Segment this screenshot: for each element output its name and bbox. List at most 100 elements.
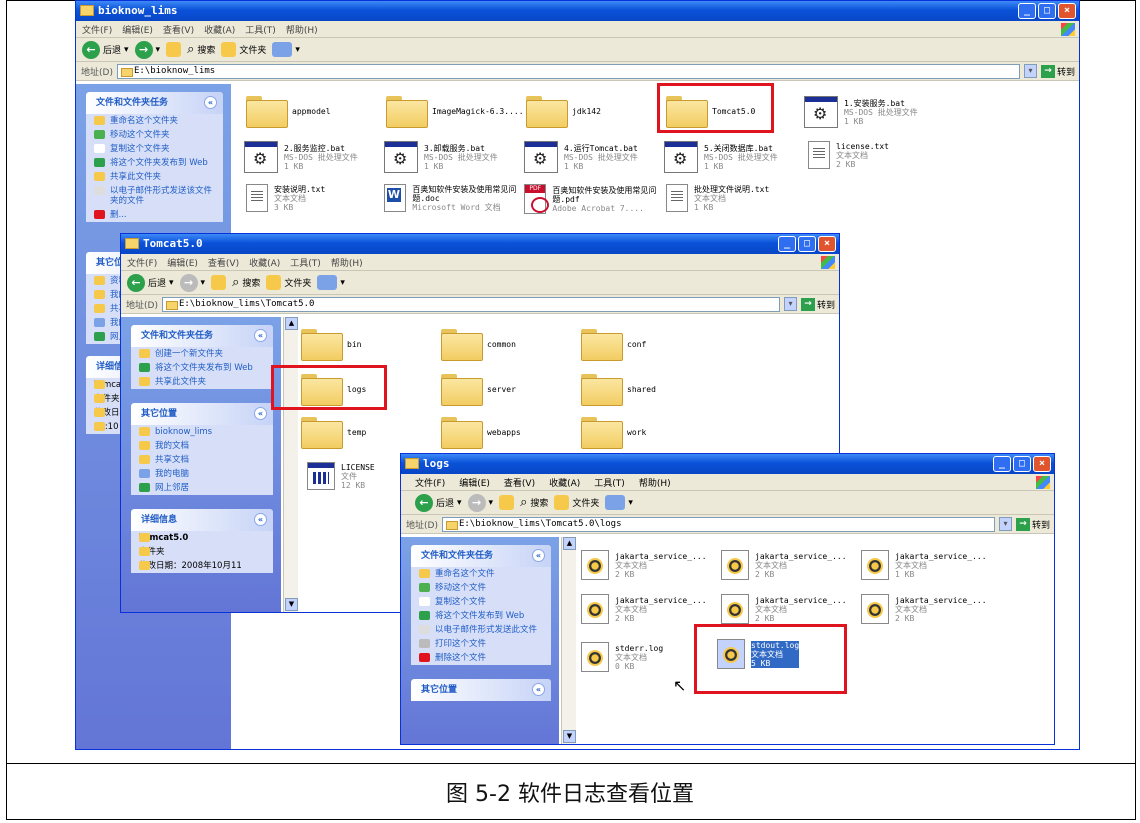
log-file-item[interactable]: stderr.log 文本文档 0 KB [581, 642, 663, 672]
task-move[interactable]: 移动这个文件夹 [86, 128, 223, 142]
title-bar[interactable]: Tomcat5.0 _ □ × [121, 234, 839, 254]
menu-help[interactable]: 帮助(H) [639, 476, 671, 489]
minimize-button[interactable]: _ [1018, 3, 1036, 19]
task-email[interactable]: 以电子邮件形式发送该文件夹的文件 [86, 184, 223, 208]
title-bar[interactable]: bioknow_lims _ □ × [76, 1, 1079, 21]
title-bar[interactable]: logs _ □ × [401, 454, 1054, 474]
collapse-icon[interactable]: « [532, 683, 545, 696]
address-dropdown[interactable]: ▾ [1023, 64, 1037, 78]
panel-header[interactable]: 文件和文件夹任务 « [411, 545, 551, 567]
scroll-up-button[interactable]: ▲ [285, 317, 298, 330]
task-delete[interactable]: 删除这个文件 [411, 651, 551, 665]
folder-item[interactable]: temp [301, 417, 366, 449]
collapse-icon[interactable]: « [254, 513, 267, 526]
log-file-item[interactable]: jakarta_service_... 文本文档 2 KB [581, 550, 707, 580]
file-item[interactable]: 批处理文件说明.txt 文本文档 1 KB [666, 184, 769, 212]
file-item[interactable]: 2.服务监控.batMS-DOS 批处理文件1 KB [244, 141, 358, 173]
up-folder-button[interactable] [211, 275, 227, 290]
address-field[interactable]: E:\bioknow_lims\Tomcat5.0 [161, 296, 780, 312]
folder-item[interactable]: conf [581, 329, 646, 361]
menu-file[interactable]: 文件(F) [415, 476, 445, 489]
menu-help[interactable]: 帮助(H) [331, 256, 363, 269]
log-file-item[interactable]: jakarta_service_... 文本文档 2 KB [721, 594, 847, 624]
folders-button[interactable]: 文件夹 [221, 42, 266, 57]
panel-header[interactable]: 文件和文件夹任务 « [86, 92, 223, 114]
task-print[interactable]: 打印这个文件 [411, 637, 551, 651]
menu-view[interactable]: 查看(V) [208, 256, 239, 269]
minimize-button[interactable]: _ [778, 236, 796, 252]
task-share[interactable]: 共享此文件夹 [131, 375, 273, 389]
menu-favorites[interactable]: 收藏(A) [549, 476, 580, 489]
folder-item[interactable]: shared [581, 374, 656, 406]
close-button[interactable]: × [1058, 3, 1076, 19]
task-copy[interactable]: 复制这个文件夹 [86, 142, 223, 156]
menu-tools[interactable]: 工具(T) [245, 23, 276, 36]
close-button[interactable]: × [1033, 456, 1051, 472]
place-item[interactable]: 共享文档 [131, 453, 273, 467]
panel-header[interactable]: 文件和文件夹任务 « [131, 325, 273, 347]
folder-item[interactable]: common [441, 329, 516, 361]
task-delete[interactable]: 删... [86, 208, 223, 222]
menu-edit[interactable]: 编辑(E) [459, 476, 490, 489]
up-folder-button[interactable] [166, 42, 182, 57]
menu-favorites[interactable]: 收藏(A) [204, 23, 235, 36]
address-field[interactable]: E:\bioknow_lims [116, 63, 1020, 79]
task-rename[interactable]: 重命名这个文件夹 [86, 114, 223, 128]
collapse-icon[interactable]: « [532, 549, 545, 562]
task-share[interactable]: 共享此文件夹 [86, 170, 223, 184]
folder-item[interactable]: ImageMagick-6.3.... [386, 96, 524, 128]
folder-item[interactable]: work [581, 417, 646, 449]
menu-view[interactable]: 查看(V) [163, 23, 194, 36]
up-folder-button[interactable] [499, 495, 515, 510]
go-button[interactable]: → 转到 [800, 297, 839, 311]
menu-view[interactable]: 查看(V) [504, 476, 535, 489]
go-button[interactable]: → 转到 [1015, 517, 1054, 531]
menu-file[interactable]: 文件(F) [82, 23, 112, 36]
task-publish[interactable]: 将这个文件夹发布到 Web [131, 361, 273, 375]
menu-edit[interactable]: 编辑(E) [122, 23, 153, 36]
file-item[interactable]: 安装说明.txt 文本文档 3 KB [246, 184, 325, 212]
task-email[interactable]: 以电子邮件形式发送此文件 [411, 623, 551, 637]
collapse-icon[interactable]: « [254, 407, 267, 420]
minimize-button[interactable]: _ [993, 456, 1011, 472]
views-button[interactable]: ▾ [272, 42, 300, 57]
scroll-down-button[interactable]: ▼ [285, 598, 298, 611]
panel-header[interactable]: 其它位置 « [411, 679, 551, 701]
vertical-scrollbar[interactable]: ▲ ▼ [283, 317, 298, 612]
task-publish[interactable]: 将这个文件发布到 Web [411, 609, 551, 623]
file-item[interactable]: 4.运行Tomcat.batMS-DOS 批处理文件1 KB [524, 141, 638, 173]
file-item[interactable]: LICENSE 文件 12 KB [307, 462, 375, 490]
back-button[interactable]: ← 后退 ▾ [415, 493, 462, 512]
address-dropdown[interactable]: ▾ [783, 297, 797, 311]
views-button[interactable]: ▾ [605, 495, 633, 510]
go-button[interactable]: → 转到 [1040, 64, 1079, 78]
folders-button[interactable]: 文件夹 [266, 275, 311, 290]
forward-button[interactable]: → ▾ [179, 273, 205, 292]
file-item[interactable]: 百奥知软件安装及使用常见问题.pdfAdobe Acrobat 7.... [524, 184, 664, 214]
maximize-button[interactable]: □ [798, 236, 816, 252]
folders-button[interactable]: 文件夹 [554, 495, 599, 510]
place-item[interactable]: bioknow_lims [131, 425, 273, 439]
maximize-button[interactable]: □ [1013, 456, 1031, 472]
back-button[interactable]: ← 后退 ▾ [127, 273, 174, 292]
views-button[interactable]: ▾ [317, 275, 345, 290]
folder-item[interactable]: server [441, 374, 516, 406]
task-move[interactable]: 移动这个文件 [411, 581, 551, 595]
back-button[interactable]: ← 后退 ▾ [82, 40, 129, 59]
address-dropdown[interactable]: ▾ [998, 517, 1012, 531]
place-item[interactable]: 网上邻居 [131, 481, 273, 495]
task-copy[interactable]: 复制这个文件 [411, 595, 551, 609]
menu-edit[interactable]: 编辑(E) [167, 256, 198, 269]
folder-item[interactable]: webapps [441, 417, 521, 449]
folder-item[interactable]: appmodel [246, 96, 331, 128]
place-item[interactable]: 我的文档 [131, 439, 273, 453]
menu-tools[interactable]: 工具(T) [290, 256, 321, 269]
folder-item[interactable]: jdk142 [526, 96, 601, 128]
panel-header[interactable]: 其它位置 « [131, 403, 273, 425]
forward-button[interactable]: → ▾ [467, 493, 493, 512]
task-publish[interactable]: 将这个文件夹发布到 Web [86, 156, 223, 170]
file-item[interactable]: license.txt 文本文档 2 KB [808, 141, 889, 169]
search-button[interactable]: ⌕ 搜索 [520, 495, 548, 510]
scroll-down-button[interactable]: ▼ [563, 730, 576, 743]
search-button[interactable]: ⌕ 搜索 [232, 275, 260, 290]
